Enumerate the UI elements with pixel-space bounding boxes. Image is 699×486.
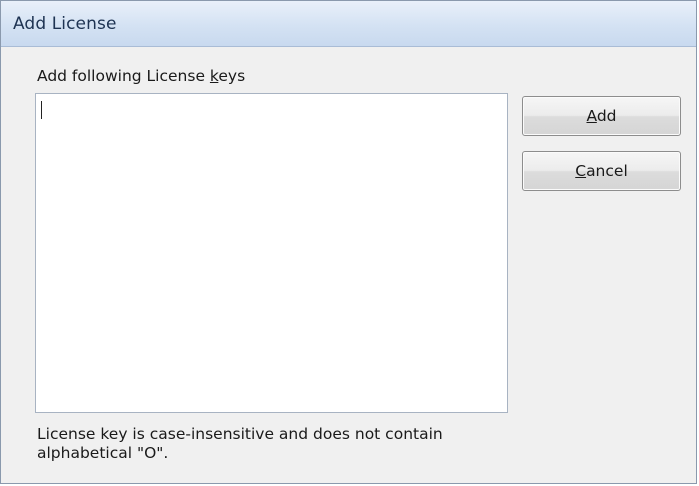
license-keys-label: Add following License keys xyxy=(37,67,245,85)
license-note: License key is case-insensitive and does… xyxy=(37,425,507,463)
title-bar: Add License xyxy=(1,1,696,47)
license-note-line-1: License key is case-insensitive and does… xyxy=(37,425,443,443)
text-caret xyxy=(41,101,42,119)
add-button-label-rest: dd xyxy=(596,107,617,125)
add-license-dialog: Add License Add following License keys A… xyxy=(0,0,697,484)
license-note-line-2: alphabetical "O". xyxy=(37,444,169,462)
add-button[interactable]: Add xyxy=(522,96,681,136)
cancel-button-label-rest: ancel xyxy=(586,162,628,180)
license-keys-label-prefix: Add following License xyxy=(37,67,210,85)
dialog-title: Add License xyxy=(13,14,117,34)
license-keys-textarea[interactable] xyxy=(35,93,508,413)
cancel-button-mnemonic: C xyxy=(575,162,587,180)
license-keys-label-suffix: eys xyxy=(218,67,246,85)
add-button-mnemonic: A xyxy=(586,107,597,125)
cancel-button[interactable]: Cancel xyxy=(522,151,681,191)
